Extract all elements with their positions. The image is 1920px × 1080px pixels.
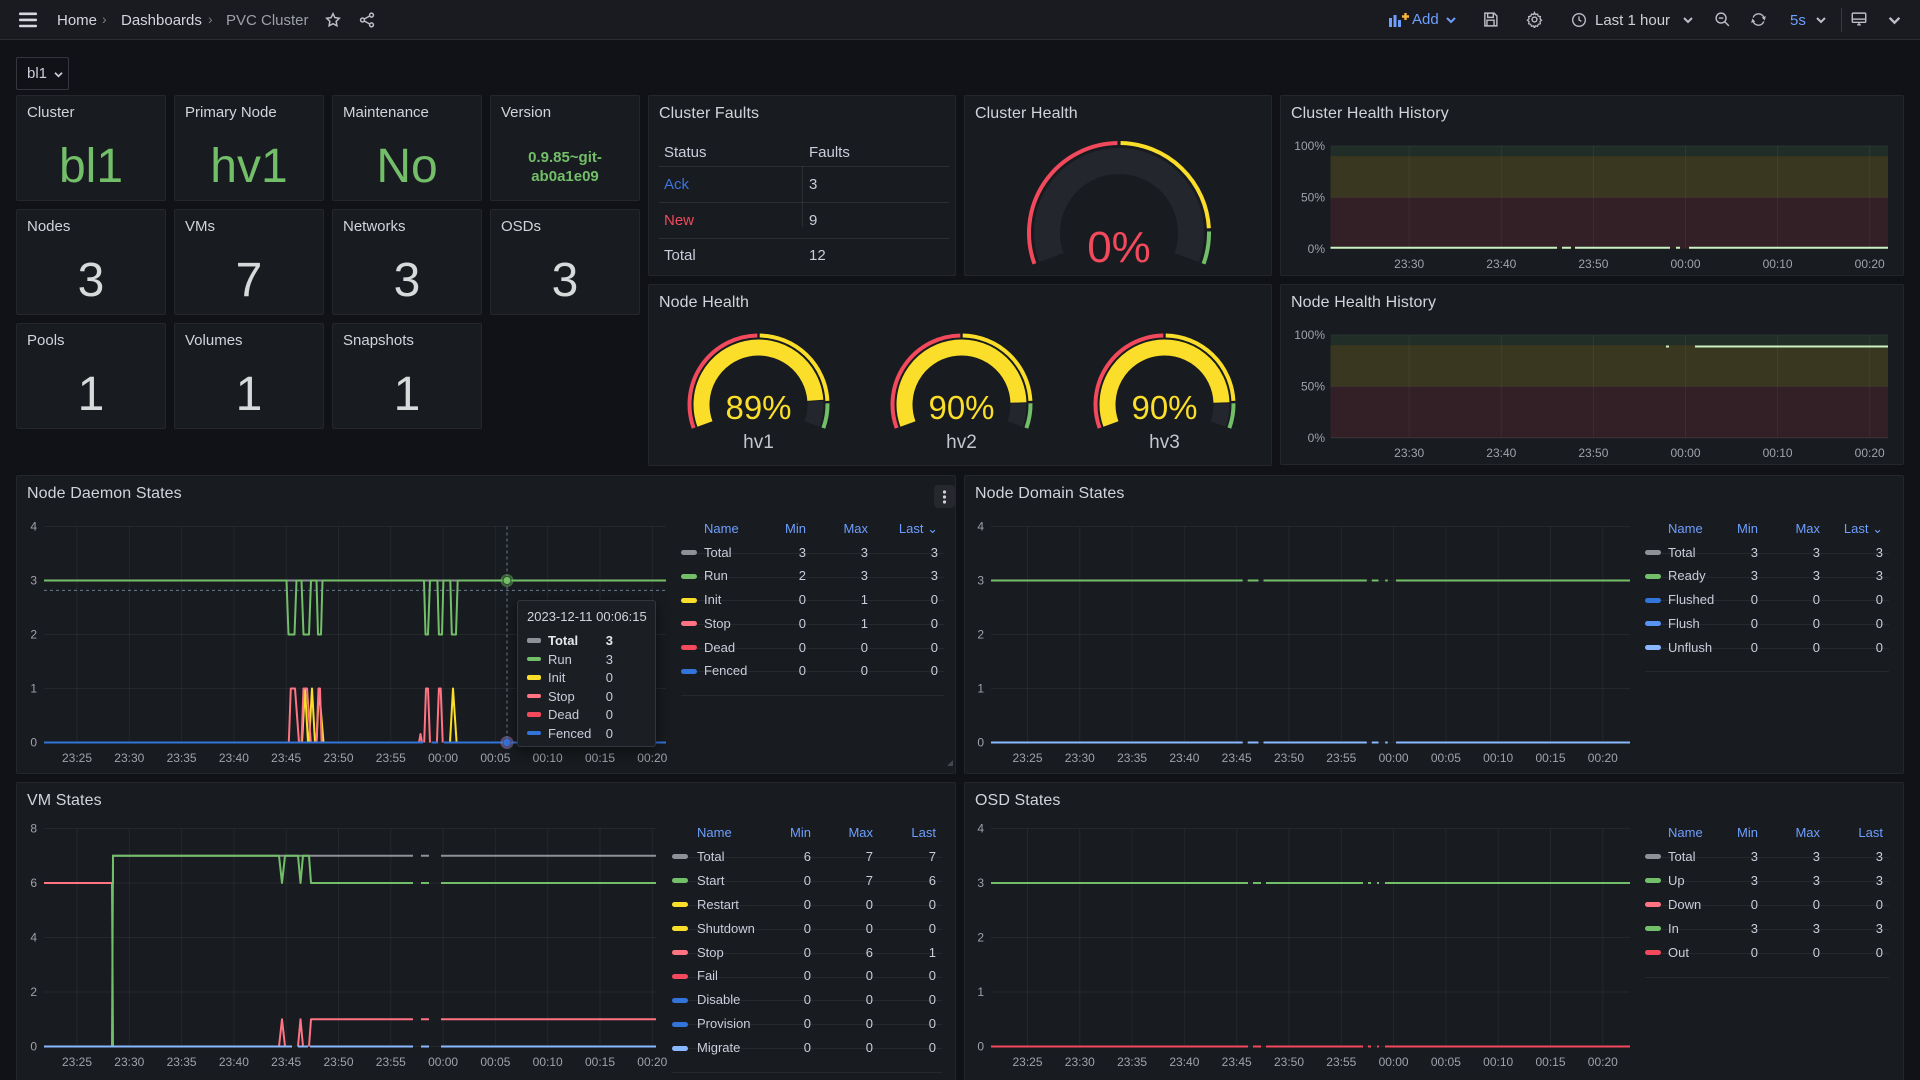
svg-text:2: 2	[30, 628, 37, 642]
svg-text:00:00: 00:00	[1379, 751, 1409, 765]
svg-text:23:50: 23:50	[323, 751, 353, 765]
svg-text:00:05: 00:05	[480, 751, 510, 765]
svg-text:2: 2	[977, 931, 984, 945]
svg-text:23:45: 23:45	[1222, 1055, 1252, 1069]
svg-text:50%: 50%	[1301, 190, 1325, 204]
svg-text:3: 3	[977, 876, 984, 890]
svg-text:23:35: 23:35	[1117, 751, 1147, 765]
svg-text:23:30: 23:30	[114, 751, 144, 765]
svg-text:00:10: 00:10	[1763, 446, 1793, 460]
svg-text:23:50: 23:50	[1578, 446, 1608, 460]
svg-text:23:25: 23:25	[1012, 1055, 1042, 1069]
svg-text:00:10: 00:10	[1763, 257, 1793, 271]
svg-text:1: 1	[977, 985, 984, 999]
svg-text:100%: 100%	[1294, 328, 1325, 342]
svg-text:00:00: 00:00	[1379, 1055, 1409, 1069]
svg-text:0%: 0%	[1087, 223, 1151, 272]
svg-text:3: 3	[977, 574, 984, 588]
svg-text:hv1: hv1	[743, 432, 774, 453]
svg-text:23:50: 23:50	[323, 1055, 353, 1069]
svg-text:23:50: 23:50	[1274, 1055, 1304, 1069]
svg-text:23:30: 23:30	[1394, 446, 1424, 460]
svg-text:00:00: 00:00	[1670, 257, 1700, 271]
svg-text:23:30: 23:30	[1065, 751, 1095, 765]
svg-text:100%: 100%	[1294, 139, 1325, 153]
svg-text:00:15: 00:15	[1535, 751, 1565, 765]
svg-text:50%: 50%	[1301, 379, 1325, 393]
svg-text:hv3: hv3	[1149, 432, 1180, 453]
svg-text:0%: 0%	[1308, 242, 1326, 256]
svg-text:23:40: 23:40	[1486, 257, 1516, 271]
svg-text:23:30: 23:30	[1394, 257, 1424, 271]
svg-text:00:20: 00:20	[1855, 257, 1885, 271]
svg-text:23:30: 23:30	[1065, 1055, 1095, 1069]
svg-text:23:50: 23:50	[1274, 751, 1304, 765]
svg-text:2: 2	[977, 628, 984, 642]
svg-text:00:10: 00:10	[533, 751, 563, 765]
svg-text:89%: 89%	[725, 389, 791, 426]
svg-text:4: 4	[977, 520, 984, 534]
svg-text:00:20: 00:20	[637, 1055, 667, 1069]
svg-text:23:40: 23:40	[219, 751, 249, 765]
svg-text:00:15: 00:15	[585, 1055, 615, 1069]
svg-text:0: 0	[977, 736, 984, 750]
svg-text:23:45: 23:45	[271, 751, 301, 765]
svg-text:00:05: 00:05	[480, 1055, 510, 1069]
svg-text:00:10: 00:10	[1483, 751, 1513, 765]
svg-text:23:40: 23:40	[1169, 1055, 1199, 1069]
svg-text:hv2: hv2	[946, 432, 977, 453]
svg-text:00:05: 00:05	[1431, 1055, 1461, 1069]
svg-text:0: 0	[30, 736, 37, 750]
svg-text:23:40: 23:40	[1486, 446, 1516, 460]
svg-text:00:10: 00:10	[533, 1055, 563, 1069]
svg-text:23:50: 23:50	[1578, 257, 1608, 271]
svg-text:00:20: 00:20	[1588, 751, 1618, 765]
svg-text:8: 8	[30, 822, 37, 836]
svg-text:00:15: 00:15	[1535, 1055, 1565, 1069]
svg-text:0%: 0%	[1308, 431, 1326, 445]
svg-text:23:55: 23:55	[1326, 1055, 1356, 1069]
svg-text:23:25: 23:25	[1012, 751, 1042, 765]
svg-text:23:30: 23:30	[114, 1055, 144, 1069]
svg-text:23:55: 23:55	[376, 1055, 406, 1069]
svg-text:4: 4	[30, 931, 37, 945]
svg-text:23:40: 23:40	[219, 1055, 249, 1069]
svg-text:23:25: 23:25	[62, 1055, 92, 1069]
svg-text:90%: 90%	[928, 389, 994, 426]
svg-text:90%: 90%	[1131, 389, 1197, 426]
svg-text:0: 0	[977, 1040, 984, 1054]
svg-text:23:55: 23:55	[1326, 751, 1356, 765]
svg-text:3: 3	[30, 574, 37, 588]
svg-text:00:15: 00:15	[585, 751, 615, 765]
svg-text:00:00: 00:00	[428, 751, 458, 765]
svg-text:23:40: 23:40	[1169, 751, 1199, 765]
svg-text:00:00: 00:00	[1670, 446, 1700, 460]
svg-text:23:45: 23:45	[271, 1055, 301, 1069]
svg-text:4: 4	[977, 822, 984, 836]
svg-text:23:25: 23:25	[62, 751, 92, 765]
svg-text:23:35: 23:35	[1117, 1055, 1147, 1069]
svg-text:00:20: 00:20	[1588, 1055, 1618, 1069]
svg-text:23:35: 23:35	[167, 1055, 197, 1069]
svg-text:4: 4	[30, 520, 37, 534]
svg-text:2: 2	[30, 985, 37, 999]
svg-text:1: 1	[977, 682, 984, 696]
svg-text:23:35: 23:35	[167, 751, 197, 765]
svg-text:0: 0	[30, 1040, 37, 1054]
svg-text:23:55: 23:55	[376, 751, 406, 765]
svg-text:1: 1	[30, 682, 37, 696]
svg-text:00:20: 00:20	[1855, 446, 1885, 460]
svg-text:00:20: 00:20	[637, 751, 667, 765]
svg-text:00:00: 00:00	[428, 1055, 458, 1069]
svg-text:23:45: 23:45	[1222, 751, 1252, 765]
svg-text:00:05: 00:05	[1431, 751, 1461, 765]
svg-text:00:10: 00:10	[1483, 1055, 1513, 1069]
svg-text:6: 6	[30, 876, 37, 890]
